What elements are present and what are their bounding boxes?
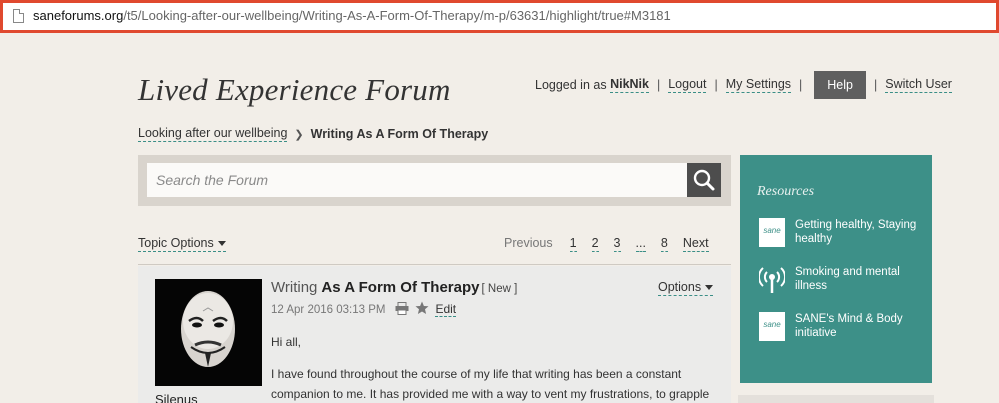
search-input[interactable] [147,163,687,197]
chevron-right-icon: ❯ [294,128,304,141]
post-paragraph: I have found throughout the course of my… [271,367,710,401]
username-link[interactable]: NikNik [610,77,649,93]
topic-options-label: Topic Options [138,236,214,250]
pagination-previous: Previous [504,236,553,250]
post-title-highlight: Writing [271,279,318,296]
pagination-page[interactable]: 1 [569,236,577,252]
pagination: Previous 1 2 3 ... 8 Next [504,236,709,252]
panel-bottom-strip [738,395,934,403]
search-bar [138,155,731,206]
post-author[interactable]: Silenus [155,392,198,403]
page-icon [13,9,24,23]
broadcast-icon [759,267,785,293]
resource-label: Getting healthy, Staying healthy [795,219,917,245]
url-path: /t5/Looking-after-our-wellbeing/Writing-… [123,8,671,23]
post-title-rest: As A Form Of Therapy [321,279,480,296]
my-settings-link[interactable]: My Settings [725,77,792,93]
edit-link[interactable]: Edit [435,302,457,317]
breadcrumb-parent-link[interactable]: Looking after our wellbeing [138,126,288,142]
pagination-next[interactable]: Next [682,236,709,252]
new-badge: [ New ] [481,283,518,295]
pagination-page[interactable]: 8 [660,236,668,252]
post-meta: 12 Apr 2016 03:13 PM Edit [271,301,457,318]
url-text[interactable]: saneforums.org/t5/Looking-after-our-well… [33,8,671,23]
resource-label: SANE's Mind & Body initiative [795,313,903,339]
logout-link[interactable]: Logout [668,77,707,93]
post-options-dropdown[interactable]: Options [658,280,714,296]
post-options-label: Options [658,280,702,294]
post-date: 12 Apr 2016 03:13 PM [271,303,386,316]
resource-label: Smoking and mental illness [795,266,900,292]
resources-heading: Resources [757,184,815,199]
nav-separator: | [799,78,803,92]
post-paragraph: Hi all, [271,335,302,349]
pagination-page[interactable]: 2 [591,236,599,252]
nav-separator: | [656,78,661,92]
resources-panel: Resources sane Getting healthy, Staying … [740,155,932,383]
divider [138,264,731,265]
post-body: Hi all, I have found throughout the cour… [271,332,721,403]
print-icon[interactable] [395,301,409,318]
caret-down-icon [217,241,226,247]
avatar[interactable] [155,279,262,386]
url-host: saneforums.org [33,8,124,23]
pagination-page[interactable]: 3 [613,236,621,252]
sane-logo-icon: sane [759,312,785,341]
breadcrumb-current: Writing As A Form Of Therapy [310,127,489,141]
resource-item[interactable]: Smoking and mental illness [759,265,925,294]
logged-in-label: Logged in as [535,78,607,92]
topic-options-dropdown[interactable]: Topic Options [138,236,226,252]
mask-avatar-image [155,279,262,386]
forum-brand-title[interactable]: Lived Experience Forum [138,72,451,108]
resource-item[interactable]: sane Getting healthy, Staying healthy [759,218,925,247]
caret-down-icon [705,285,714,291]
search-icon [693,169,715,191]
nav-separator: | [874,78,878,92]
post-title: Writing As A Form Of Therapy[ New ] [271,279,517,296]
resource-item[interactable]: sane SANE's Mind & Body initiative [759,312,925,341]
nav-separator: | [714,78,718,92]
search-button[interactable] [687,163,721,197]
address-bar[interactable]: saneforums.org/t5/Looking-after-our-well… [0,0,999,33]
forum-post: Silenus Writing As A Form Of Therapy[ New… [138,266,731,403]
switch-user-link[interactable]: Switch User [885,77,952,93]
breadcrumb: Looking after our wellbeing ❯ Writing As… [138,126,488,142]
star-icon[interactable] [415,301,429,318]
help-button[interactable]: Help [814,71,866,99]
sane-logo-icon: sane [759,218,785,247]
user-nav: Logged in as NikNik | Logout | My Settin… [535,70,952,100]
pagination-ellipsis[interactable]: ... [635,236,646,252]
search-field-wrapper [147,163,687,197]
